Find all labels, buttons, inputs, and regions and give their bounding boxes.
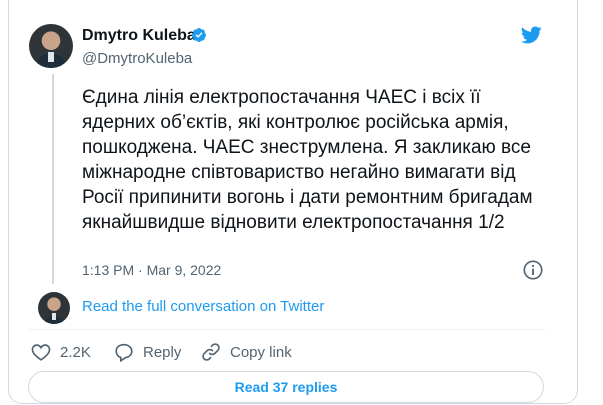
reply-label: Reply	[143, 343, 182, 361]
read-conversation-link[interactable]: Read the full conversation on Twitter	[82, 298, 324, 315]
like-count: 2.2K	[60, 343, 91, 361]
reader-avatar	[38, 292, 70, 324]
reply-button[interactable]: Reply	[113, 341, 181, 363]
speech-bubble-icon	[115, 343, 133, 363]
avatar-collar	[52, 313, 56, 320]
author-avatar[interactable]	[29, 24, 73, 68]
like-button[interactable]: 2.2K	[30, 341, 91, 363]
twitter-bird-icon[interactable]	[519, 24, 543, 46]
verified-badge-icon	[191, 28, 206, 42]
divider	[28, 329, 546, 330]
info-icon[interactable]	[522, 259, 544, 281]
copy-link-label: Copy link	[230, 343, 292, 361]
author-name[interactable]: Dmytro Kuleba	[82, 27, 196, 45]
thread-line	[52, 74, 54, 284]
tweet-text: Єдина лінія електропостачання ЧАЕС і всі…	[82, 87, 533, 233]
read-replies-label: Read 37 replies	[234, 379, 338, 395]
copy-link-button[interactable]: Copy link	[200, 341, 292, 363]
author-handle[interactable]: @DmytroKuleba	[82, 50, 192, 67]
heart-icon	[31, 344, 51, 361]
avatar-collar	[48, 52, 54, 62]
link-icon	[202, 343, 220, 361]
read-replies-button[interactable]: Read 37 replies	[28, 371, 544, 403]
tweet-timestamp[interactable]: 1:13 PM · Mar 9, 2022	[82, 262, 221, 278]
